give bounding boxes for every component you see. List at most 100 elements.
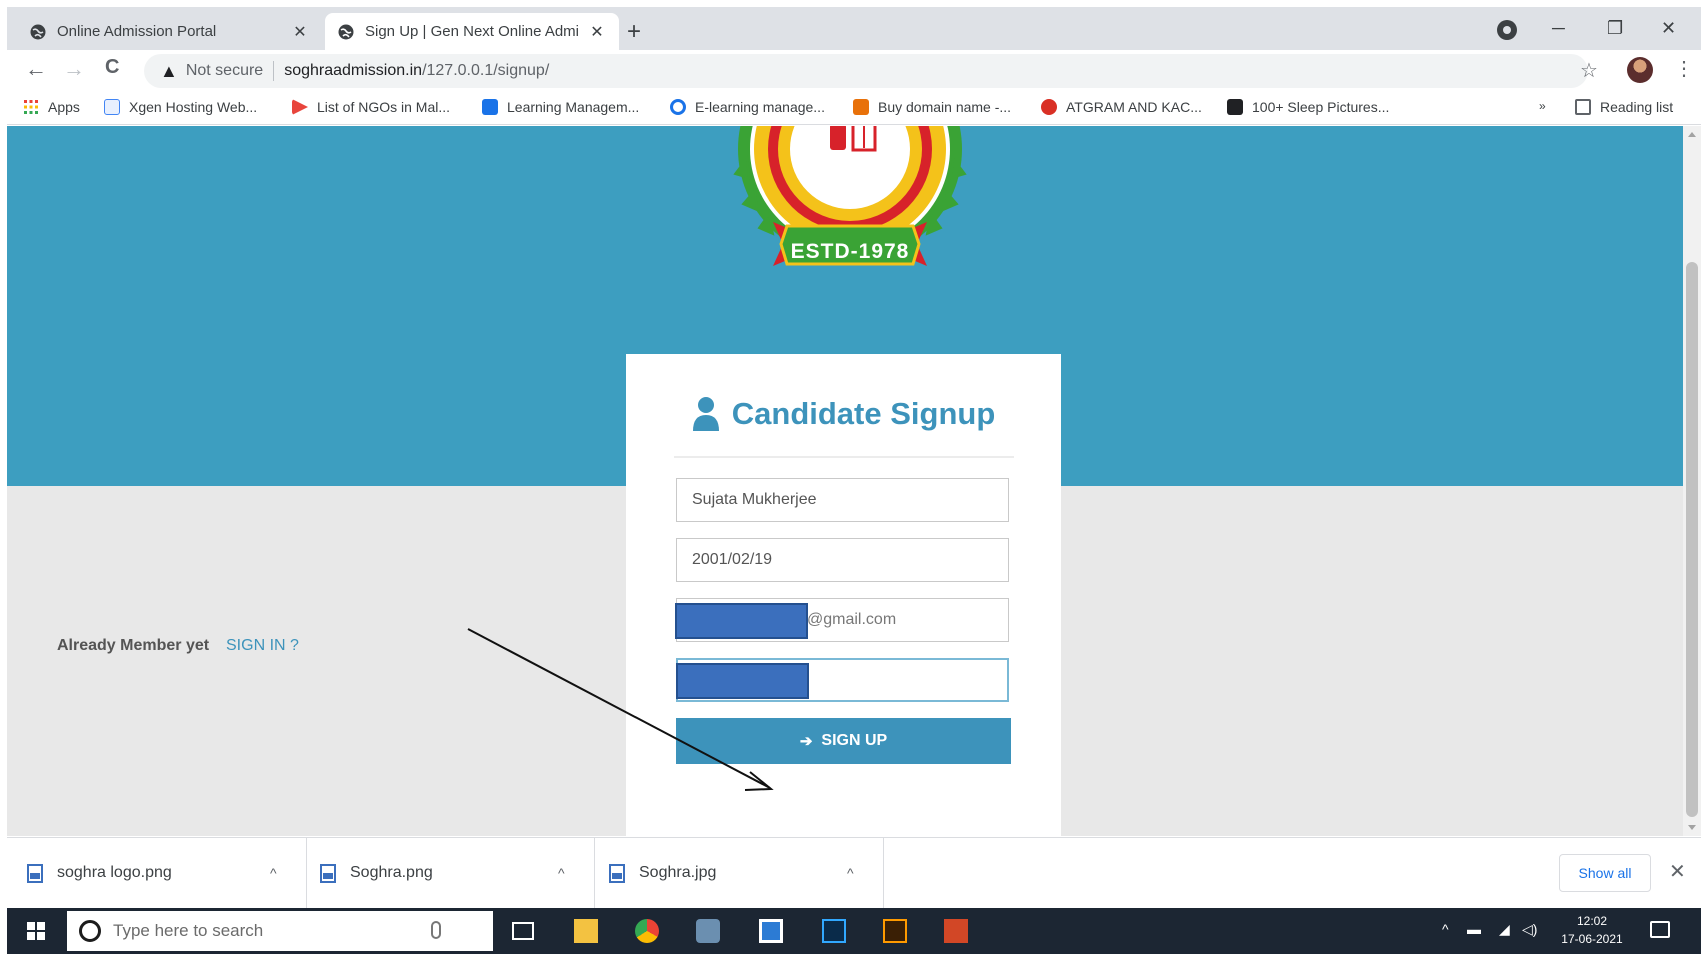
reading-list-label: Reading list [1600, 99, 1674, 115]
xgen-icon [104, 99, 120, 115]
store-icon[interactable] [759, 919, 783, 943]
bookmark-sleep[interactable]: 100+ Sleep Pictures... [1227, 99, 1389, 115]
windows-taskbar: Type here to search ^ ▬ ◢ ◁) 12:02 17-06… [7, 908, 1701, 954]
tab-title: Online Admission Portal [57, 23, 217, 40]
volume-icon[interactable]: ◁) [1522, 921, 1537, 938]
reading-list-button[interactable]: Reading list [1575, 99, 1673, 115]
tab-sign-up[interactable]: Sign Up | Gen Next Online Admi ✕ [325, 13, 619, 50]
illustrator-icon[interactable] [883, 919, 907, 943]
bookmark-xgen[interactable]: Xgen Hosting Web... [104, 99, 257, 115]
task-view-icon[interactable] [512, 922, 534, 940]
tray-chevron-up-icon[interactable]: ^ [1442, 921, 1449, 937]
file-explorer-icon[interactable] [574, 919, 598, 943]
bookmark-label: Learning Managem... [507, 99, 640, 115]
bookmark-atgram[interactable]: ATGRAM AND KAC... [1041, 99, 1202, 115]
extension-record-icon[interactable] [1497, 20, 1517, 40]
microphone-icon[interactable] [431, 921, 441, 939]
name-value: Sujata Mukherjee [692, 491, 817, 508]
address-bar[interactable]: ▲ Not secure soghraadmission.in /127.0.0… [144, 54, 1588, 88]
download-item[interactable]: soghra logo.png ^ [27, 838, 307, 908]
globe-icon [338, 24, 354, 39]
name-field[interactable]: Sujata Mukherjee [676, 478, 1009, 522]
chevron-up-icon[interactable]: ^ [270, 865, 290, 881]
screen: Online Admission Portal ✕ Sign Up | Gen … [0, 0, 1701, 954]
forward-button[interactable]: → [63, 56, 85, 82]
chrome-icon[interactable] [635, 919, 659, 943]
bookmark-label: E-learning manage... [695, 99, 825, 115]
photoshop-icon[interactable] [822, 919, 846, 943]
powerpoint-icon[interactable] [944, 919, 968, 943]
taskbar-clock[interactable]: 12:02 17-06-2021 [1552, 912, 1632, 948]
bookmark-label: Buy domain name -... [878, 99, 1012, 115]
bookmark-apps[interactable]: Apps [23, 99, 80, 115]
security-label: Not secure [185, 62, 264, 79]
reload-button[interactable]: C [105, 56, 119, 79]
user-icon [692, 397, 719, 431]
tab-strip: Online Admission Portal ✕ Sign Up | Gen … [7, 7, 1701, 50]
globe-icon [30, 24, 46, 39]
page-viewport: ESTD-1978 Candidate Signup Sujata Mukher… [7, 126, 1683, 836]
close-tab-icon[interactable]: ✕ [587, 22, 607, 42]
tab-online-admission-portal[interactable]: Online Admission Portal ✕ [17, 13, 322, 50]
page-scrollbar[interactable] [1683, 126, 1701, 836]
wifi-icon[interactable]: ◢ [1499, 921, 1510, 938]
chevron-up-icon[interactable]: ^ [558, 865, 578, 881]
show-all-button[interactable]: Show all [1559, 854, 1651, 892]
reading-list-icon [1575, 99, 1591, 115]
download-item[interactable]: Soghra.jpg ^ [609, 838, 884, 908]
bookmark-domain[interactable]: Buy domain name -... [853, 99, 1011, 115]
restore-button[interactable]: ❐ [1607, 18, 1623, 39]
download-filename: Soghra.png [350, 864, 433, 881]
college-logo: ESTD-1978 [725, 126, 975, 289]
college-seal-icon [733, 126, 967, 266]
password-field[interactable] [676, 658, 1009, 702]
tab-title: Sign Up | Gen Next Online Admi [365, 23, 579, 40]
sign-in-link[interactable]: SIGN IN ? [226, 637, 299, 655]
apps-grid-icon [24, 100, 38, 114]
cortana-icon [79, 920, 101, 942]
bookmark-label: ATGRAM AND KAC... [1066, 99, 1202, 115]
chevron-up-icon[interactable]: ^ [847, 865, 867, 881]
domain-icon [853, 99, 869, 115]
back-button[interactable]: ← [25, 56, 47, 82]
atgram-icon [1041, 99, 1057, 115]
sign-up-button[interactable]: ➔ SIGN UP [676, 718, 1011, 764]
close-download-bar-icon[interactable]: ✕ [1669, 859, 1686, 884]
url-host: soghraadmission.in [284, 62, 423, 79]
dob-value: 2001/02/19 [692, 551, 773, 568]
download-item[interactable]: Soghra.png ^ [320, 838, 595, 908]
learning-icon [482, 99, 498, 115]
scroll-down-arrow-icon[interactable] [1688, 825, 1696, 830]
email-field[interactable]: @gmail.com [675, 598, 1009, 642]
notification-center-icon[interactable] [1650, 921, 1670, 938]
clock-time: 12:02 [1576, 914, 1608, 928]
bookmark-elearning[interactable]: E-learning manage... [670, 99, 825, 115]
image-file-icon [609, 863, 625, 883]
taskbar-search-box[interactable]: Type here to search [67, 911, 493, 951]
bookmarks-overflow-button[interactable]: » [1539, 99, 1546, 113]
windows-start-icon[interactable] [27, 922, 45, 940]
elearning-icon [670, 99, 686, 115]
bookmarks-bar: Apps Xgen Hosting Web... List of NGOs in… [7, 92, 1701, 125]
network-icon[interactable]: ▬ [1467, 921, 1481, 937]
bookmark-learning[interactable]: Learning Managem... [482, 99, 639, 115]
image-file-icon [320, 863, 336, 883]
email-suffix: @gmail.com [807, 611, 897, 628]
bookmark-label: 100+ Sleep Pictures... [1252, 99, 1390, 115]
app-icon[interactable] [696, 919, 720, 943]
warning-icon: ▲ [160, 60, 178, 81]
already-member-text: Already Member yet [57, 637, 210, 654]
dob-field[interactable]: 2001/02/19 [676, 538, 1009, 582]
bookmark-ngos[interactable]: List of NGOs in Mal... [292, 99, 450, 115]
download-filename: Soghra.jpg [639, 864, 717, 881]
new-tab-button[interactable]: + [627, 20, 641, 44]
profile-avatar[interactable] [1627, 57, 1653, 83]
close-tab-icon[interactable]: ✕ [290, 22, 310, 42]
menu-kebab-icon[interactable]: ⋮ [1674, 56, 1694, 81]
bookmark-star-icon[interactable]: ☆ [1580, 58, 1598, 83]
close-window-button[interactable]: ✕ [1661, 18, 1676, 39]
scroll-up-arrow-icon[interactable] [1688, 132, 1696, 137]
scroll-thumb[interactable] [1686, 262, 1698, 817]
download-bar: soghra logo.png ^ Soghra.png ^ Soghra.jp… [7, 837, 1701, 908]
minimize-button[interactable]: ─ [1552, 18, 1565, 39]
